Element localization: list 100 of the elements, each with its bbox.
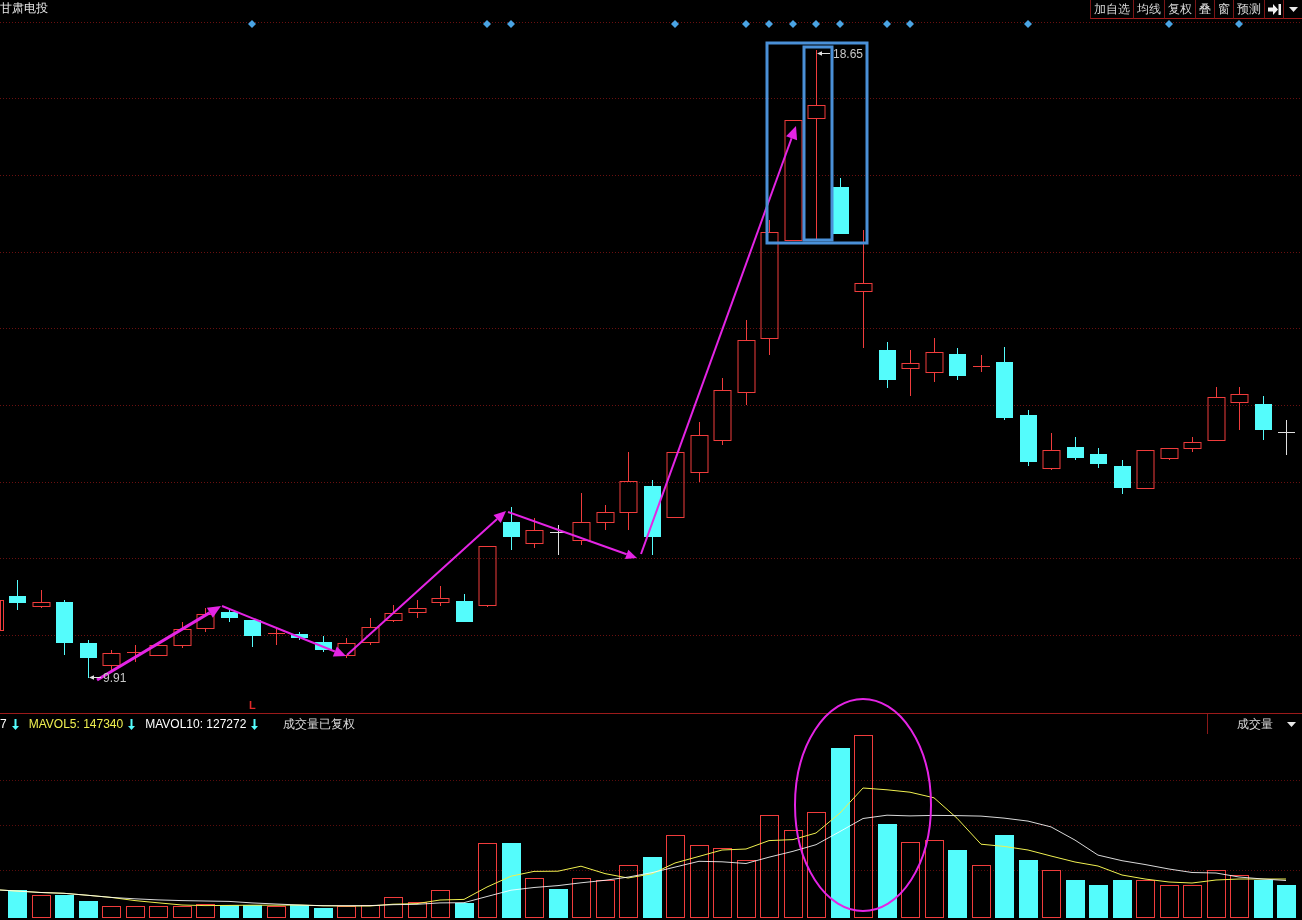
candle <box>1020 409 1037 467</box>
toolbar-button[interactable]: 加自选 <box>1090 0 1133 19</box>
toolbar-button[interactable]: 均线 <box>1133 0 1164 19</box>
dropdown-button[interactable] <box>1283 0 1302 19</box>
volume-bar <box>337 906 356 918</box>
candle <box>456 593 473 623</box>
diamond-icon <box>742 20 750 28</box>
candle <box>1136 450 1155 489</box>
candle <box>196 607 215 633</box>
candle <box>1090 447 1107 469</box>
volume-bar <box>525 878 544 918</box>
candle <box>503 506 520 551</box>
diamond-icon <box>248 20 256 28</box>
candle <box>221 609 238 623</box>
candle <box>291 631 308 641</box>
diamond-icon <box>836 20 844 28</box>
caret-icon <box>1288 6 1298 12</box>
price-label: 18.65 <box>833 47 864 61</box>
volume-bar <box>1042 870 1061 918</box>
volume-bar <box>1254 880 1273 918</box>
volume-bar <box>713 848 732 918</box>
volume-bar <box>126 906 145 918</box>
candle <box>1042 432 1061 471</box>
volume-bar <box>1136 880 1155 918</box>
toolbar-button[interactable]: 复权 <box>1164 0 1195 19</box>
diamond-icon <box>1024 20 1032 28</box>
volume-bar <box>431 890 450 918</box>
volume-bar <box>408 902 427 918</box>
volume-bar <box>384 897 403 918</box>
candle <box>32 589 51 609</box>
candle <box>901 349 920 397</box>
volume-bar <box>32 895 51 918</box>
volume-bar <box>572 878 591 918</box>
diamond-icon <box>789 20 797 28</box>
indicator-value: MAVOL10: 127272 <box>145 717 247 731</box>
candle <box>666 452 685 518</box>
volume-bar <box>361 905 380 918</box>
volume-bar <box>1277 885 1296 918</box>
volume-bar <box>314 908 333 918</box>
candle <box>949 347 966 381</box>
toolbar-button[interactable]: 预测 <box>1233 0 1264 19</box>
diamond-icon <box>906 20 914 28</box>
candle <box>1067 436 1084 461</box>
volume-bar <box>643 857 662 918</box>
candle <box>80 639 97 679</box>
volume-bar <box>267 906 286 918</box>
exit-button[interactable] <box>1264 0 1283 19</box>
candle <box>925 337 944 383</box>
volume-bar <box>596 880 615 918</box>
volume-bar <box>549 889 568 918</box>
leader-arrow <box>89 675 102 680</box>
volume-bar <box>173 906 192 918</box>
marker-letter: L <box>249 699 256 711</box>
indicator-value: 7 <box>0 717 7 731</box>
candle <box>56 599 73 656</box>
volume-bar <box>1160 885 1179 918</box>
stock-title: 甘肃电投 <box>0 0 48 17</box>
volume-bar <box>8 890 27 918</box>
volume-bar <box>1183 885 1202 918</box>
candle <box>713 377 732 446</box>
volume-bar <box>196 904 215 918</box>
adjustment-note: 成交量已复权 <box>283 717 356 731</box>
leader-arrow <box>817 51 831 56</box>
candle <box>361 617 380 646</box>
candle <box>337 637 356 659</box>
volume-bar <box>455 903 474 918</box>
candle <box>244 619 261 648</box>
candle <box>1160 448 1179 461</box>
candle <box>879 341 896 389</box>
price-label: 9.91 <box>103 671 127 685</box>
volume-bar <box>1230 875 1249 918</box>
volume-bar <box>1113 880 1132 918</box>
candle <box>408 599 427 619</box>
candle <box>0 600 4 631</box>
candle <box>102 649 121 671</box>
volume-bar <box>102 906 121 918</box>
volume-bar <box>79 901 98 918</box>
candle <box>596 504 615 531</box>
indicator-value: MAVOL5: 147340 <box>28 717 124 731</box>
diamond-icon <box>812 20 820 28</box>
candle <box>431 585 450 607</box>
toolbar-button[interactable]: 叠 <box>1195 0 1214 19</box>
candle <box>9 579 26 611</box>
candle <box>1207 386 1226 441</box>
diamond-icon <box>671 20 679 28</box>
volume-bar <box>1019 860 1038 918</box>
candle <box>1230 386 1249 431</box>
candle <box>972 354 991 373</box>
candle <box>1277 419 1296 456</box>
candle <box>525 517 544 549</box>
candle <box>149 645 168 656</box>
diamond-icon <box>765 20 773 28</box>
volume-bar <box>972 865 991 918</box>
candle <box>478 546 497 608</box>
diamond-icon <box>883 20 891 28</box>
candle <box>1255 395 1272 441</box>
volume-bar <box>1089 885 1108 918</box>
volume-bar <box>149 906 168 918</box>
diamond-icon <box>507 20 515 28</box>
toolbar-button[interactable]: 窗 <box>1214 0 1233 19</box>
